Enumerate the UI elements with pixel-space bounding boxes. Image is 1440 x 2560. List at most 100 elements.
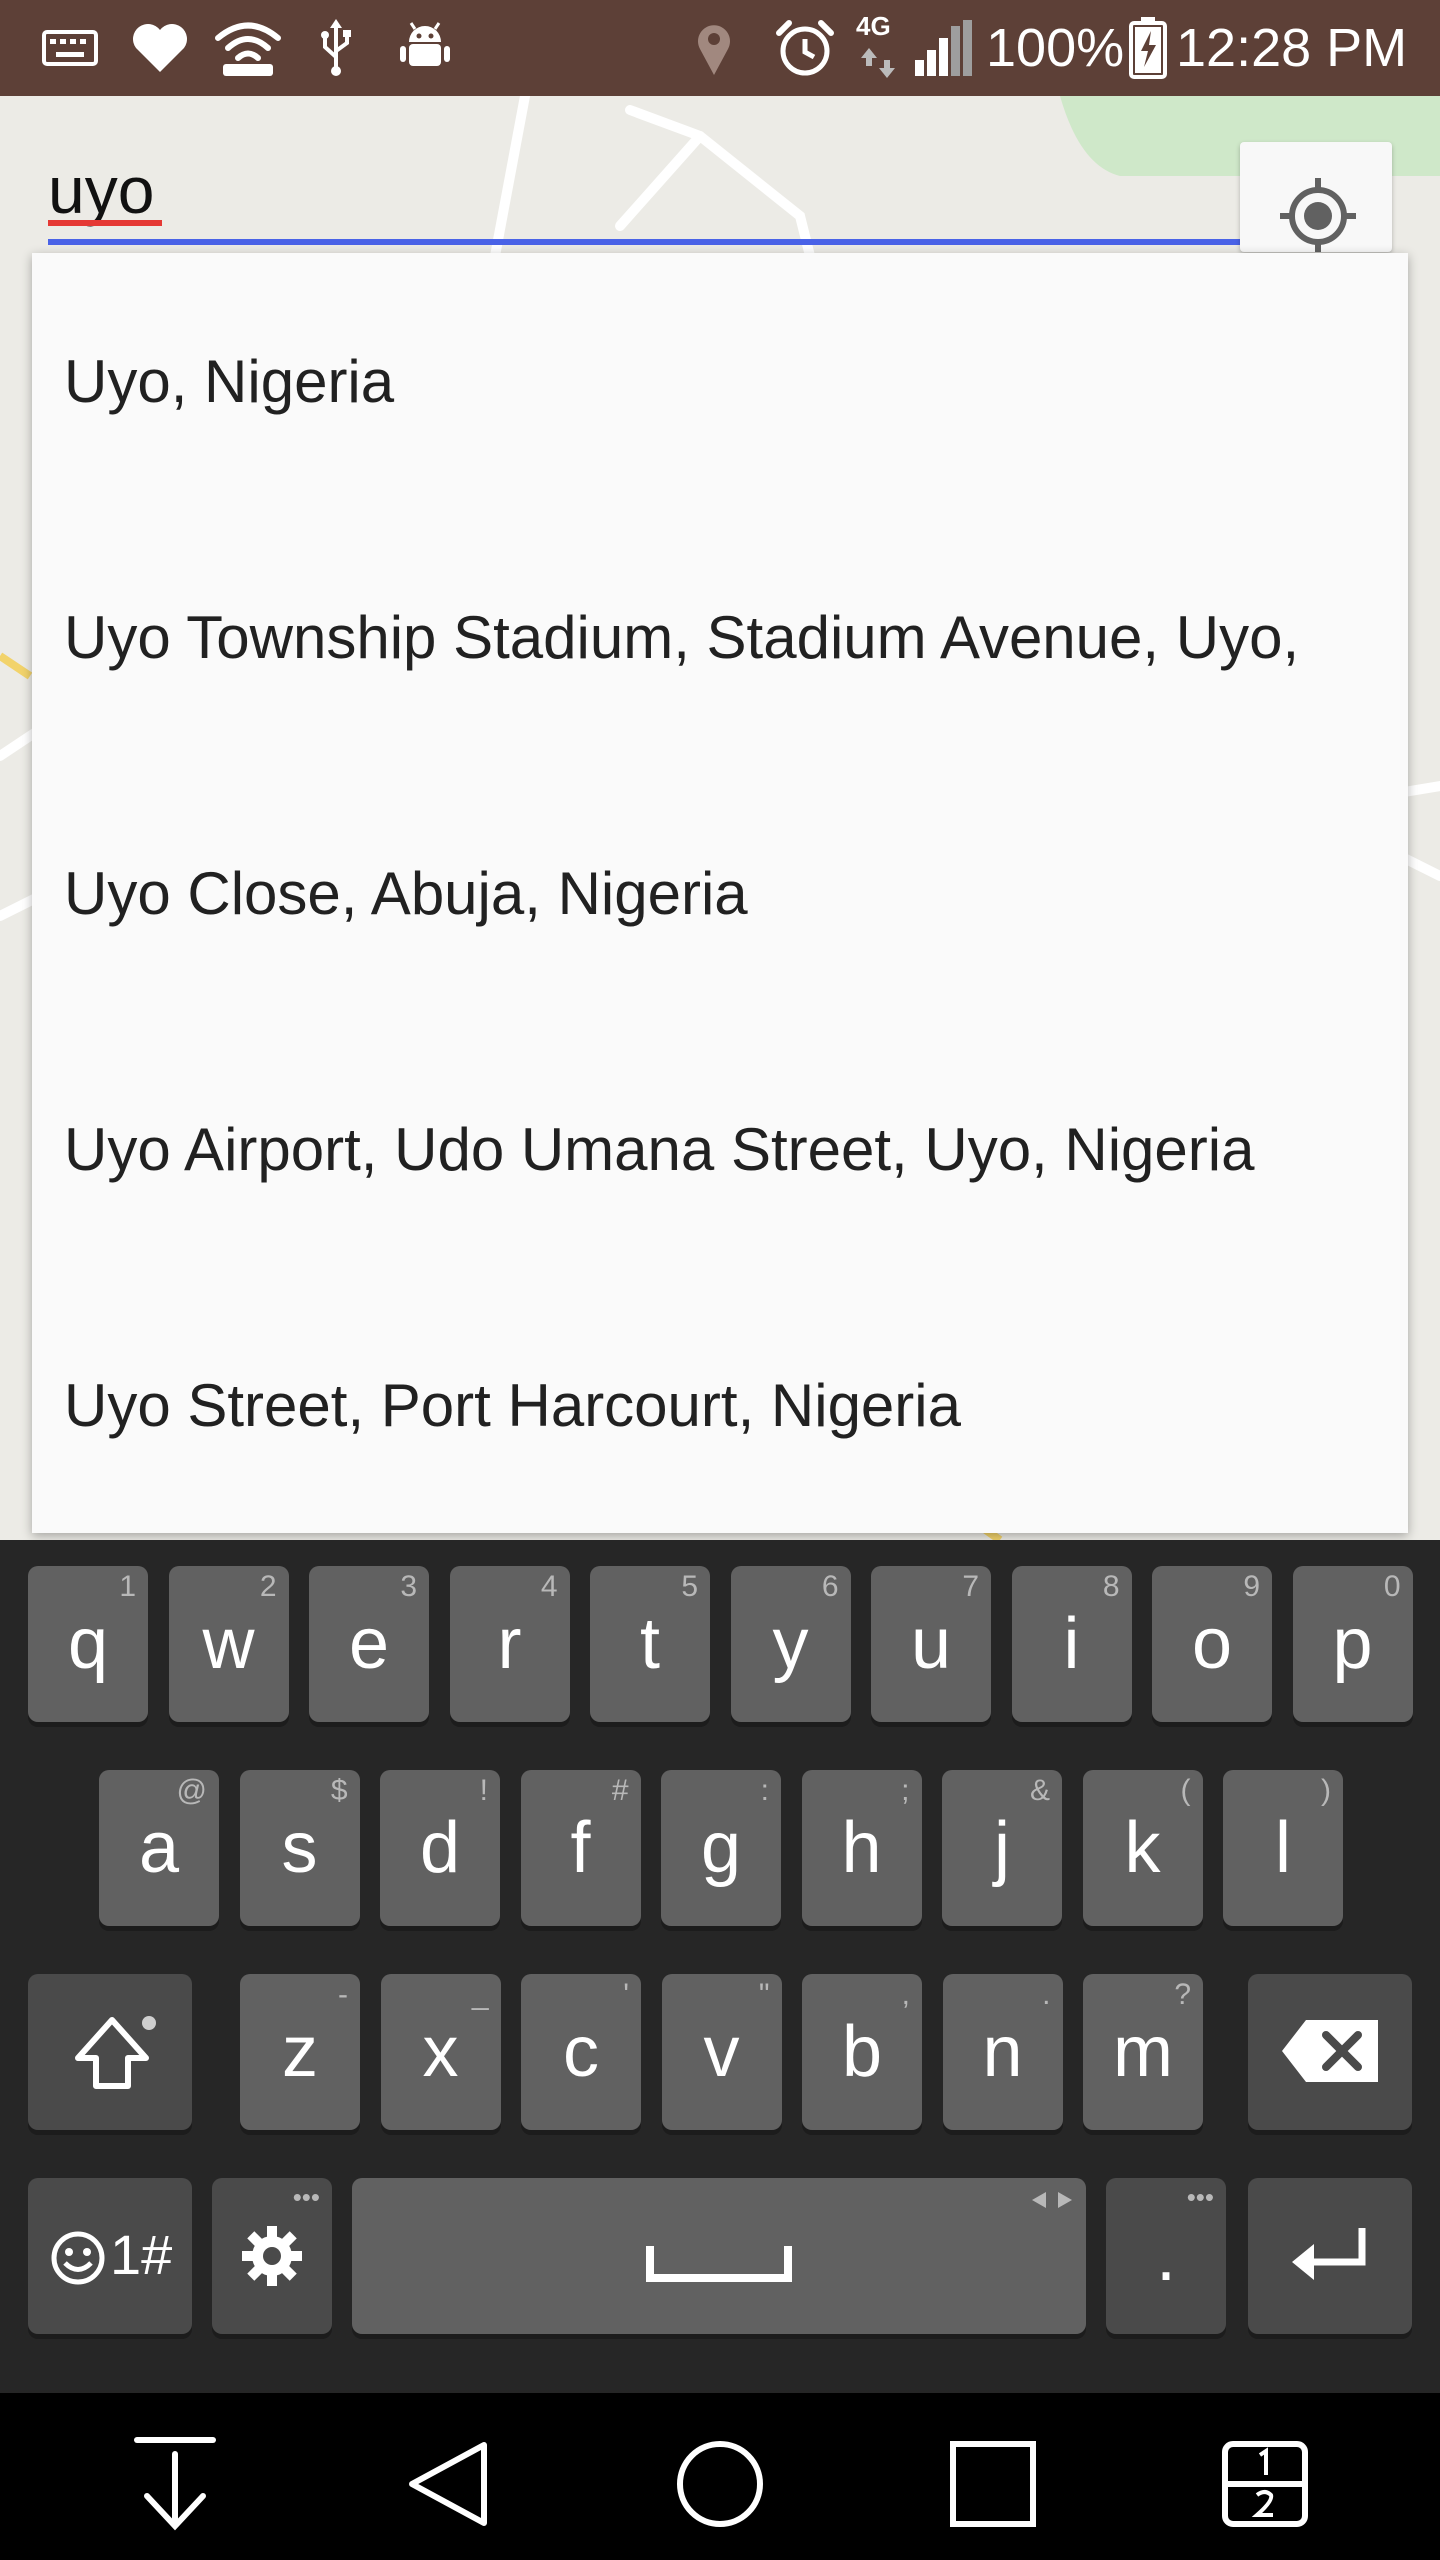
alarm-icon — [772, 14, 838, 82]
shift-indicator-dot — [142, 2016, 156, 2030]
backspace-key[interactable] — [1248, 1974, 1412, 2130]
period-key[interactable]: ••• . — [1106, 2178, 1226, 2334]
key-v[interactable]: " v — [661, 1974, 782, 2130]
key-r[interactable]: 4r — [449, 1566, 570, 1722]
key-m[interactable]: ? m — [1083, 1974, 1203, 2130]
location-icon — [694, 14, 734, 82]
key-label: o — [1191, 1604, 1233, 1684]
search-input-text: uyo — [48, 153, 155, 227]
key-label: k — [1124, 1808, 1161, 1888]
clock: 12:28 PM — [1176, 18, 1408, 78]
key-label: n — [982, 2012, 1023, 2092]
key-i[interactable]: 8i — [1011, 1566, 1132, 1722]
battery-percent: 100% — [986, 18, 1125, 78]
suggestion-item[interactable]: Uyo Airport, Udo Umana Street, Uyo, Nige… — [32, 1021, 1408, 1277]
suggestion-item[interactable]: Uyo Township Stadium, Stadium Avenue, Uy… — [32, 509, 1408, 765]
key-z[interactable]: -z — [240, 1974, 360, 2130]
key-u[interactable]: 7u — [871, 1566, 991, 1722]
key-o[interactable]: 9o — [1152, 1566, 1272, 1722]
key-l[interactable]: ) l — [1223, 1770, 1343, 1926]
suggestion-item[interactable]: Uyo Close, Abuja, Nigeria — [32, 765, 1408, 1021]
settings-key[interactable]: ••• — [212, 2178, 332, 2334]
space-key[interactable] — [352, 2178, 1086, 2334]
recents-icon[interactable] — [938, 2429, 1048, 2539]
my-location-button[interactable] — [1240, 142, 1392, 252]
key-label: w — [202, 1604, 255, 1684]
search-input-underline — [48, 239, 1392, 245]
key-e[interactable]: 3e — [309, 1566, 429, 1722]
key-f[interactable]: # f — [520, 1770, 641, 1926]
cursor-move-hint-icon — [1032, 2190, 1072, 2215]
dual-window-icon[interactable] — [1210, 2429, 1320, 2539]
key-label: m — [1113, 2012, 1173, 2092]
key-y[interactable]: 6y — [730, 1566, 851, 1722]
key-label: i — [1063, 1604, 1080, 1684]
battery-charging-icon — [1128, 14, 1168, 82]
key-label: y — [772, 1604, 809, 1684]
key-d[interactable]: ! d — [380, 1770, 500, 1926]
key-s[interactable]: $ s — [239, 1770, 360, 1926]
usb-icon — [318, 14, 354, 82]
backspace-icon — [1282, 2020, 1378, 2087]
key-label: e — [348, 1604, 390, 1684]
search-input[interactable]: uyo — [48, 150, 1392, 246]
key-q[interactable]: 1q — [28, 1566, 148, 1722]
key-j[interactable]: & j — [942, 1770, 1062, 1926]
back-icon[interactable] — [392, 2429, 502, 2539]
key-x[interactable]: _ x — [380, 1974, 501, 2130]
key-w[interactable]: 2w — [168, 1566, 289, 1722]
wifi-hotspot-icon — [212, 14, 284, 82]
spellcheck-underline — [48, 220, 162, 226]
suggestion-item[interactable]: Uyo Street, Port Harcourt, Nigeria — [32, 1277, 1408, 1533]
key-p[interactable]: 0p — [1292, 1566, 1413, 1722]
android-debug-icon — [396, 14, 454, 82]
emoji-icon — [50, 2230, 106, 2291]
my-location-icon — [1280, 178, 1356, 252]
key-label: f — [570, 1808, 591, 1888]
gear-icon — [240, 2224, 304, 2293]
key-label: x — [422, 2012, 459, 2092]
key-k[interactable]: (k — [1082, 1770, 1203, 1926]
settings-key-hint: ••• — [292, 2182, 320, 2212]
symbols-key[interactable]: 1# — [28, 2178, 192, 2334]
suggestion-list: Uyo, Nigeria Uyo Township Stadium, Stadi… — [32, 253, 1408, 1533]
signal-icon — [914, 14, 974, 82]
data-activity-icon — [858, 46, 898, 80]
key-label: u — [910, 1604, 952, 1684]
key-c[interactable]: ' c — [521, 1974, 641, 2130]
key-label: t — [639, 1604, 660, 1684]
soft-keyboard: 1q2w3e4r5t6y7u8i9o0p @ a $ s! d # f: g; h & j(k) l … — [0, 1540, 1440, 2393]
keyboard-icon — [40, 14, 100, 82]
key-n[interactable]: .n — [942, 1974, 1063, 2130]
key-h[interactable]: ; h — [801, 1770, 922, 1926]
key-label: v — [703, 2012, 740, 2092]
shift-key[interactable] — [28, 1974, 192, 2130]
symbols-key-label: 1# — [110, 2223, 173, 2286]
notification-pull-icon[interactable] — [120, 2429, 230, 2539]
suggestion-item[interactable]: Uyo, Nigeria — [32, 253, 1408, 509]
key-label: s — [281, 1808, 318, 1888]
key-label: d — [419, 1808, 461, 1888]
key-a[interactable]: @ a — [99, 1770, 219, 1926]
key-b[interactable]: ,b — [802, 1974, 922, 2130]
network-type-label: 4G — [856, 10, 891, 41]
key-label: p — [1332, 1604, 1373, 1684]
key-label: b — [841, 2012, 883, 2092]
key-label: q — [67, 1604, 109, 1684]
key-label: r — [497, 1604, 522, 1684]
key-t[interactable]: 5t — [590, 1566, 710, 1722]
enter-icon — [1292, 2228, 1368, 2289]
home-icon[interactable] — [665, 2429, 775, 2539]
key-label: z — [282, 2012, 318, 2092]
enter-key[interactable] — [1248, 2178, 1412, 2334]
heart-icon — [128, 14, 192, 82]
status-bar: 4G 100% 12:28 PM — [0, 0, 1440, 96]
key-g[interactable]: :g — [661, 1770, 781, 1926]
period-key-label: . — [1155, 2216, 1176, 2296]
navigation-bar — [0, 2393, 1440, 2560]
key-label: c — [563, 2012, 599, 2092]
shift-icon — [72, 2014, 152, 2099]
key-label: g — [700, 1808, 742, 1888]
key-label: l — [1275, 1808, 1291, 1888]
key-label: h — [841, 1808, 882, 1888]
